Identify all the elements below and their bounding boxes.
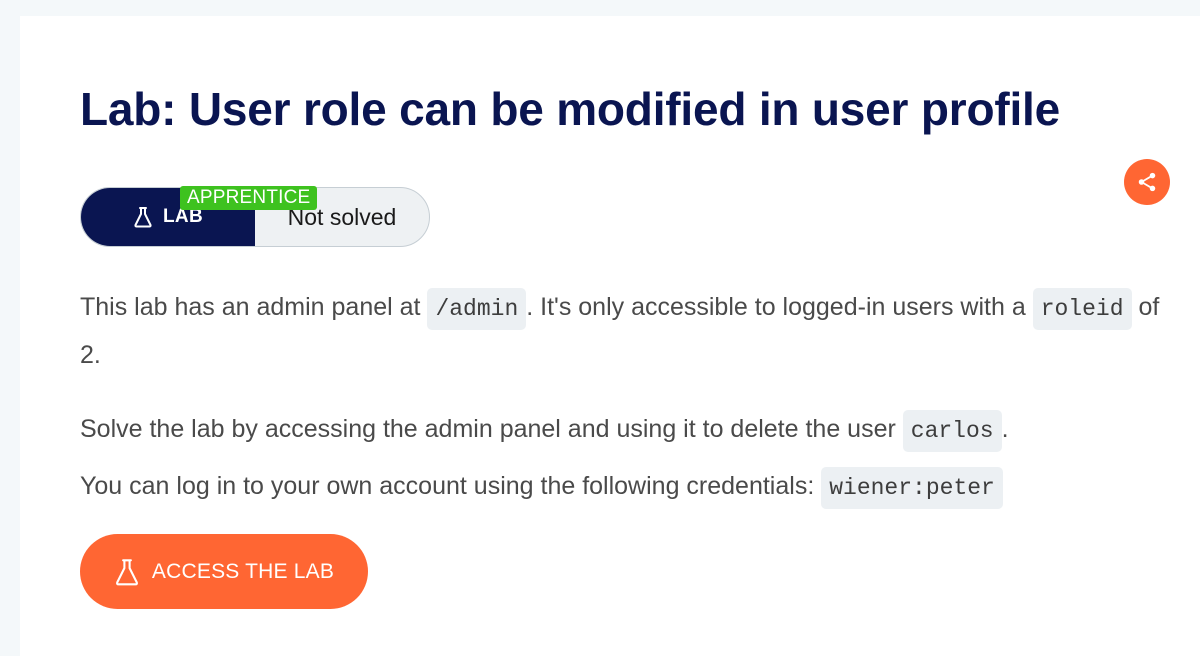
description-paragraph-1: This lab has an admin panel at /admin. I… (80, 284, 1160, 378)
description-paragraph-2: Solve the lab by accessing the admin pan… (80, 406, 1160, 454)
lab-card: Lab: User role can be modified in user p… (20, 16, 1200, 656)
access-lab-label: ACCESS THE LAB (151, 559, 335, 583)
desc-text: Solve the lab by accessing the admin pan… (80, 415, 903, 443)
admin-path-code: /admin (427, 288, 527, 330)
desc-text: You can log in to your own account using… (80, 472, 822, 500)
lab-status-widget: APPRENTICE LAB Not solved (80, 186, 430, 248)
access-lab-button[interactable]: ACCESS THE LAB (80, 534, 368, 609)
description-paragraph-3: You can log in to your own account using… (80, 463, 1160, 511)
desc-text: . It's only accessible to logged-in user… (526, 293, 1033, 321)
username-code: carlos (902, 410, 1002, 452)
flask-icon (134, 207, 152, 228)
credentials-code: wiener:peter (821, 467, 1003, 509)
page-title: Lab: User role can be modified in user p… (80, 83, 1061, 135)
share-button[interactable] (1124, 159, 1170, 205)
desc-text: This lab has an admin panel at (80, 293, 428, 321)
desc-text: . (1001, 415, 1009, 443)
level-badge: APPRENTICE (180, 186, 318, 210)
share-icon (1138, 172, 1156, 192)
roleid-code: roleid (1032, 288, 1132, 330)
flask-icon (115, 558, 138, 585)
